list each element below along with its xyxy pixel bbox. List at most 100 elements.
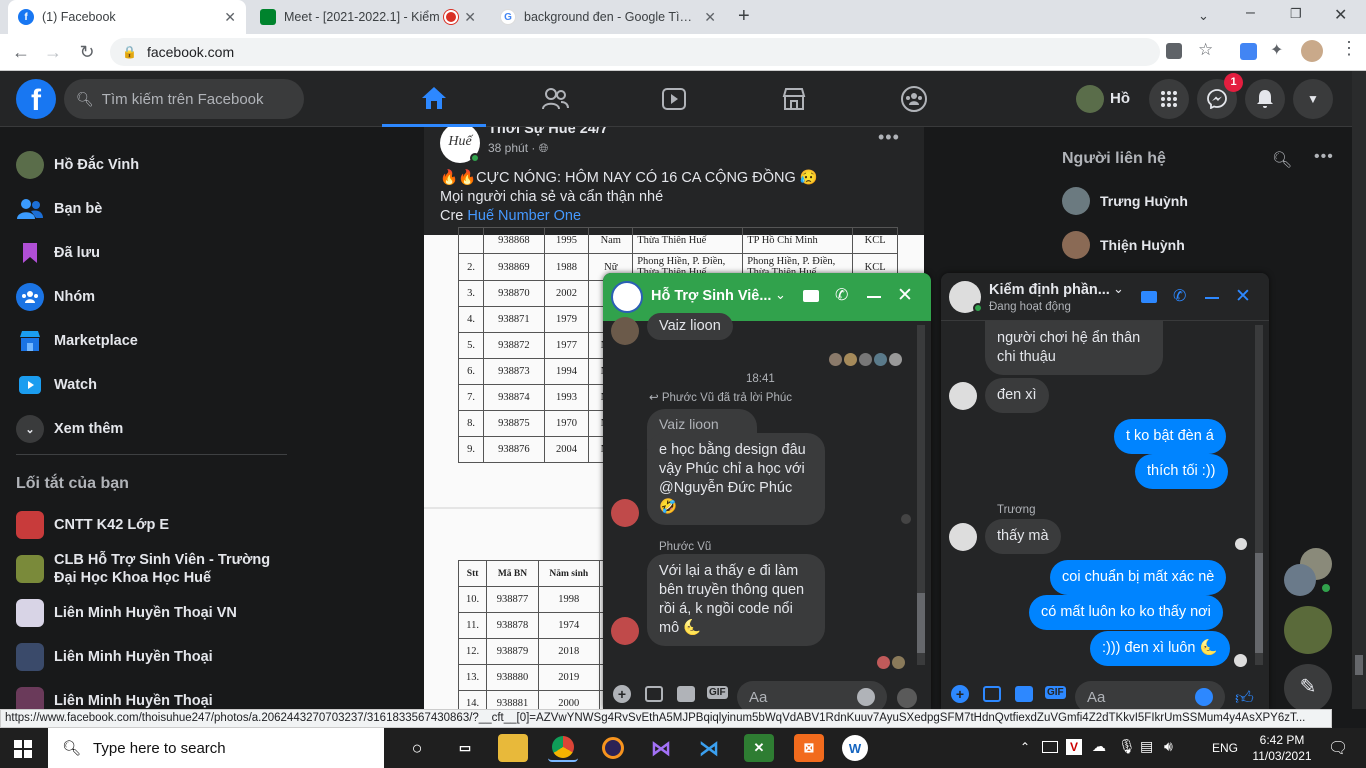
nav-marketplace[interactable] [742,71,846,127]
phone-call-icon[interactable]: ✆ [1173,286,1186,306]
contacts-options-icon[interactable]: ••• [1314,148,1334,166]
chrome-icon[interactable] [548,734,578,762]
task-view-icon[interactable]: ▭ [450,734,480,762]
plus-icon[interactable]: + [613,685,631,703]
custom-emoji-icon[interactable] [897,688,917,708]
profile-avatar[interactable] [1076,85,1104,113]
onedrive-icon[interactable]: ☁ [1092,738,1106,755]
page-link[interactable]: Huế Number One [467,208,581,224]
emoji-icon[interactable] [857,688,875,706]
sidebar-item-groups[interactable]: Nhóm [16,279,95,315]
app-icon[interactable]: W [842,735,868,761]
shortcut-item[interactable]: Liên Minh Huyền Thoại VN [16,595,237,631]
plus-icon[interactable]: + [951,685,969,703]
cortana-icon[interactable]: ○ [402,734,432,762]
gif-icon[interactable]: GIF [1045,686,1066,699]
chrome-menu-icon[interactable]: ⋮ [1340,38,1358,59]
close-window-icon[interactable]: ✕ [1334,5,1347,25]
app-icon[interactable]: ✕ [744,734,774,762]
post-options-icon[interactable]: ••• [878,127,900,148]
video-call-icon[interactable] [803,290,819,302]
new-tab-icon[interactable]: + [738,5,750,28]
facebook-logo-icon[interactable]: f [16,79,56,119]
sidebar-item-profile[interactable]: Hồ Đắc Vinh [16,147,139,183]
eclipse-icon[interactable] [598,734,628,762]
sidebar-item-marketplace[interactable]: Marketplace [16,323,138,359]
url-field[interactable]: 🔒 facebook.com [110,38,1160,66]
chat-title[interactable]: Hỗ Trợ Sinh Viê... [651,288,771,304]
new-message-button[interactable]: ✎ [1284,664,1332,712]
sticker-icon[interactable] [1015,686,1033,702]
close-chat-icon[interactable]: ✕ [1235,285,1251,308]
search-contacts-icon[interactable]: 🔍︎ [1272,150,1292,170]
gif-icon[interactable]: GIF [707,686,728,699]
contact-name[interactable]: Thiện Huỳnh [1100,237,1185,253]
profile-avatar-icon[interactable] [1301,40,1323,62]
menu-grid-button[interactable] [1149,79,1189,119]
account-menu-button[interactable]: ▼ [1293,79,1333,119]
back-icon[interactable]: ← [10,42,32,63]
extensions-puzzle-icon[interactable]: ✦ [1270,40,1283,60]
minimize-chat-icon[interactable] [867,296,881,298]
close-chat-icon[interactable]: ✕ [897,284,913,307]
profile-name[interactable]: Hồ [1110,90,1130,107]
video-call-icon[interactable] [1141,291,1157,303]
tab-google[interactable]: G background đen - Google Tìm ki ✕ [490,0,726,34]
shortcut-item[interactable]: Liên Minh Huyền Thoại [16,683,213,709]
chat-title[interactable]: Kiểm định phần... [989,282,1110,298]
close-tab-icon[interactable]: ✕ [464,9,476,26]
group-avatar[interactable] [611,281,643,313]
phone-call-icon[interactable]: ✆ [835,285,848,305]
shortcut-item[interactable]: CNTT K42 Lớp E [16,507,169,543]
vscode-icon[interactable]: ⋊ [694,734,724,762]
chat-scrollbar-thumb[interactable] [1255,553,1263,653]
network-icon[interactable]: ▤ [1140,738,1153,755]
tray-app-icon[interactable] [1042,741,1058,753]
contact-avatar[interactable] [1062,231,1090,259]
microphone-icon[interactable]: 🎙︎ [1118,738,1136,755]
contact-name[interactable]: Trưng Huỳnh [1100,193,1188,209]
bookmark-star-icon[interactable]: ☆ [1198,40,1213,60]
image-icon[interactable] [645,686,663,702]
taskbar-search[interactable]: 🔍︎ Type here to search [48,728,384,768]
page-scrollbar-thumb[interactable] [1355,655,1363,675]
language-indicator[interactable]: ENG [1212,741,1238,755]
chat-head-avatar[interactable] [1284,564,1316,596]
like-thumb-icon[interactable]: 👍︎ [1235,687,1254,709]
close-tab-icon[interactable]: ✕ [224,9,236,26]
volume-icon[interactable]: 🔊︎ [1164,738,1173,755]
visual-studio-icon[interactable]: ⋈ [646,734,676,762]
file-explorer-icon[interactable] [498,734,528,762]
windows-start-icon[interactable] [14,740,32,761]
nav-groups[interactable] [862,71,966,127]
sidebar-item-saved[interactable]: Đã lưu [16,235,100,271]
post-author[interactable]: Thời Sự Huế 24/7 [488,127,608,137]
sidebar-item-see-more[interactable]: ⌄ Xem thêm [16,411,123,447]
sidebar-item-watch[interactable]: Watch [16,367,97,403]
shortcut-item[interactable]: Liên Minh Huyền Thoại [16,639,213,675]
chevron-down-icon[interactable]: ⌄ [775,287,786,303]
emoji-icon[interactable] [1195,688,1213,706]
minimize-chat-icon[interactable] [1205,297,1219,299]
sidebar-item-friends[interactable]: Bạn bè [16,191,102,227]
forward-icon[interactable]: → [42,42,64,63]
post-time[interactable]: 38 phút · [488,141,539,155]
shortcut-item[interactable]: CLB Hỗ Trợ Sinh Viên - Trường Đại Học Kh… [16,551,286,591]
notifications-button[interactable] [1245,79,1285,119]
close-tab-icon[interactable]: ✕ [704,9,716,26]
nav-watch[interactable] [622,71,726,127]
notification-center-icon[interactable]: 🗨︎ [1328,738,1348,758]
nav-home[interactable] [382,71,486,127]
tray-v-icon[interactable]: V [1066,739,1082,755]
tray-expand-icon[interactable]: ⌃ [1020,740,1030,754]
reload-icon[interactable]: ↻ [76,42,98,63]
sticker-icon[interactable] [677,686,695,702]
tab-facebook[interactable]: f (1) Facebook ✕ [8,0,246,34]
chevron-down-icon[interactable]: ⌄ [1113,281,1124,297]
minimize-window-icon[interactable]: – [1246,4,1255,22]
xampp-icon[interactable]: ⊠ [794,734,824,762]
image-icon[interactable] [983,686,1001,702]
contact-avatar[interactable] [1062,187,1090,215]
nav-friends[interactable] [503,71,607,127]
tab-search-icon[interactable]: ⌄ [1198,8,1209,24]
